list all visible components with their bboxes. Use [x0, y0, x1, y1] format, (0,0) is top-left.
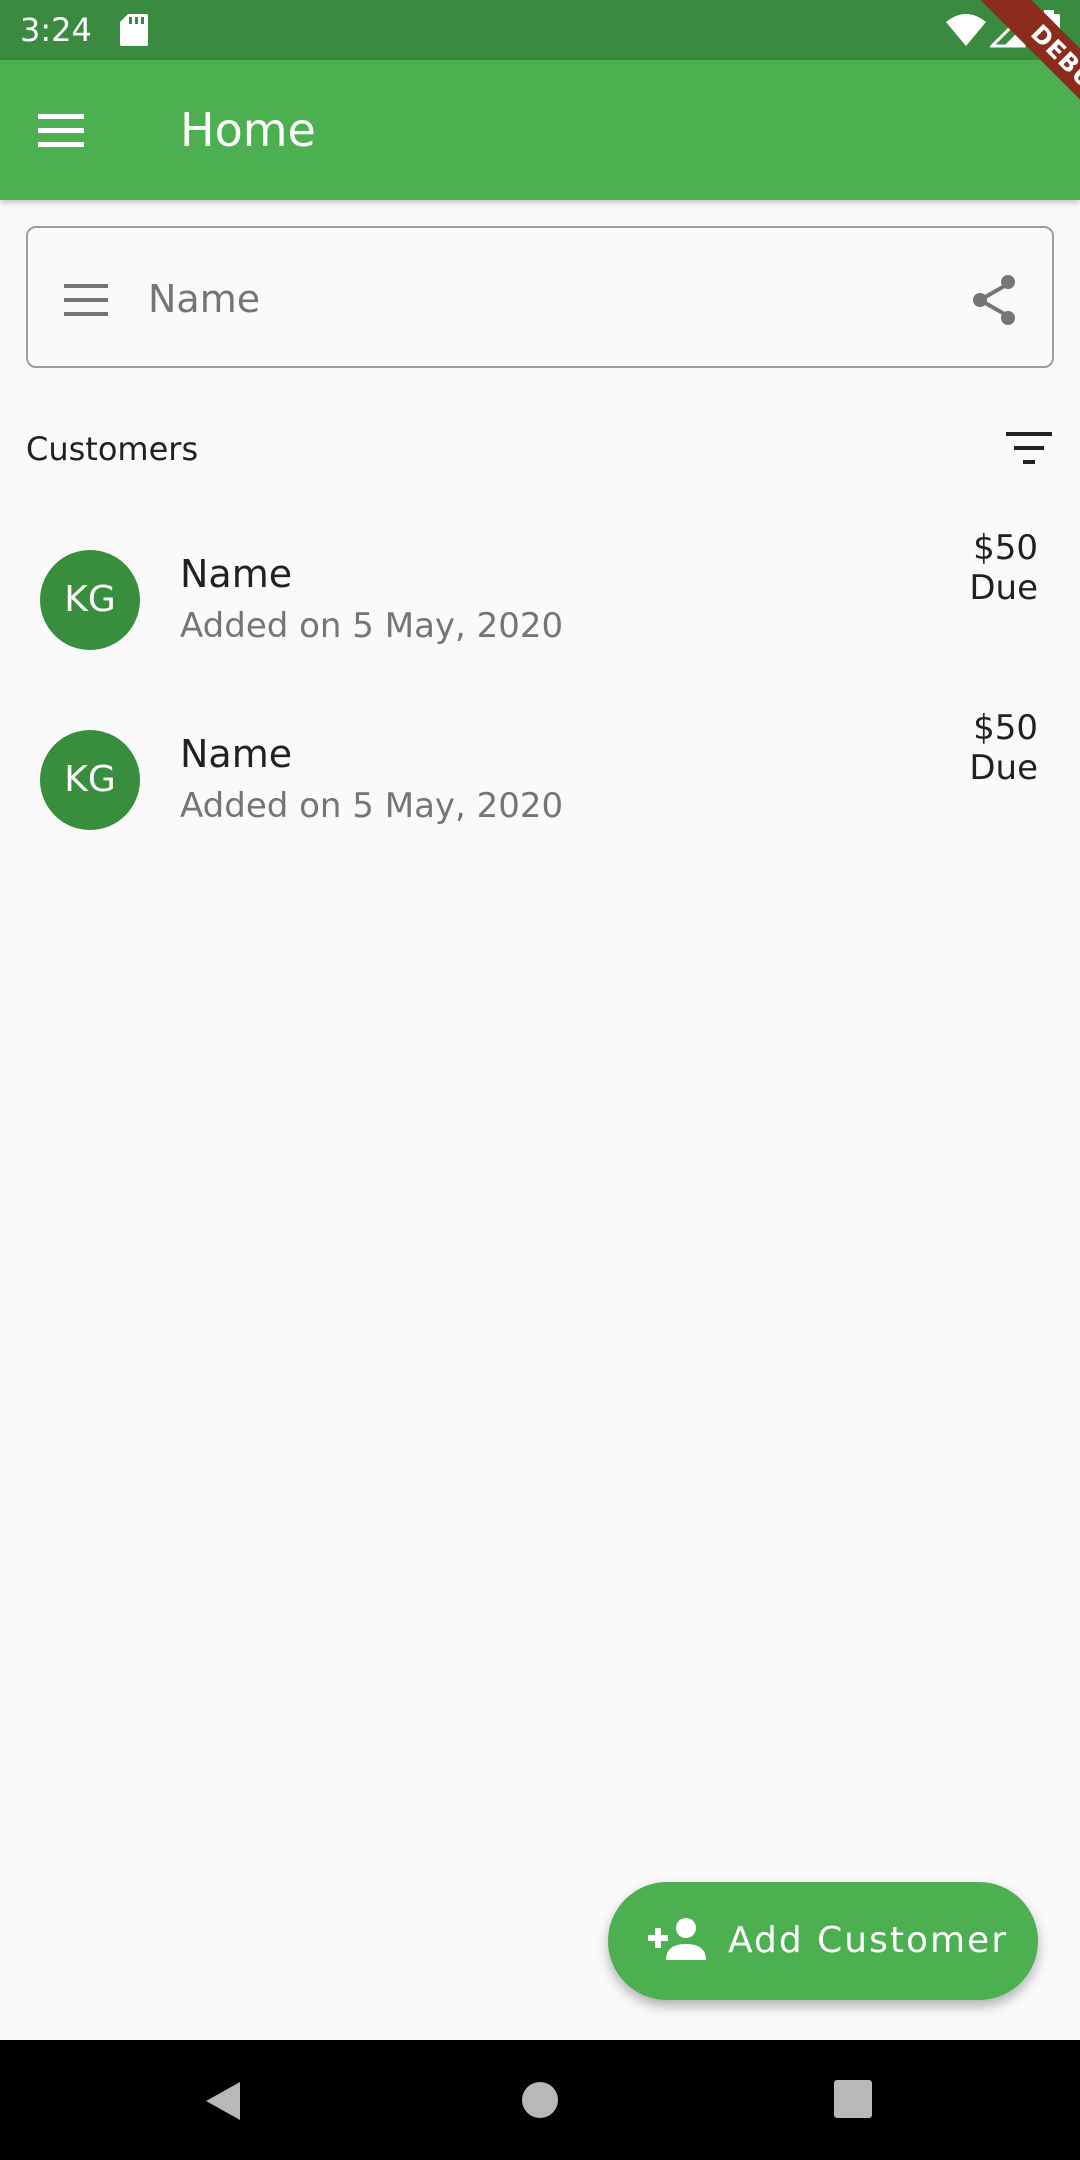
sd-card-icon — [120, 14, 148, 50]
search-input[interactable] — [146, 264, 946, 334]
filter-button[interactable] — [1004, 428, 1054, 472]
due-amount: $50 Due — [969, 528, 1038, 608]
add-customer-button[interactable]: Add Customer — [608, 1882, 1038, 2000]
customer-name: Name — [180, 732, 293, 776]
menu-icon — [38, 114, 84, 147]
status-bar: 3:24 — [0, 0, 1080, 60]
due-status: Due — [969, 748, 1038, 788]
due-amount: $50 Due — [969, 708, 1038, 788]
avatar: KG — [40, 730, 140, 830]
customer-list-item[interactable]: KG Name Added on 5 May, 2020 $50 Due — [0, 690, 1080, 860]
avatar: KG — [40, 550, 140, 650]
search-box — [26, 226, 1054, 368]
search-menu-icon[interactable] — [62, 282, 112, 322]
share-icon — [973, 275, 1015, 325]
recents-icon[interactable] — [834, 2080, 872, 2122]
due-amount-value: $50 — [973, 708, 1038, 748]
filter-icon — [1006, 432, 1052, 464]
page-title: Home — [180, 103, 316, 157]
wifi-icon — [946, 12, 986, 52]
home-icon[interactable] — [520, 2080, 560, 2124]
customer-name: Name — [180, 552, 293, 596]
system-nav-bar — [0, 2040, 1080, 2160]
person-add-icon — [648, 1916, 708, 1966]
add-customer-label: Add Customer — [728, 1920, 1009, 1961]
customers-title: Customers — [26, 430, 199, 468]
battery-icon — [1038, 10, 1060, 54]
customer-added-date: Added on 5 May, 2020 — [180, 606, 564, 646]
menu-button[interactable] — [30, 100, 110, 160]
customers-header: Customers — [26, 420, 1054, 480]
due-amount-value: $50 — [973, 528, 1038, 568]
customer-added-date: Added on 5 May, 2020 — [180, 786, 564, 826]
signal-icon — [988, 10, 1026, 52]
customer-list-item[interactable]: KG Name Added on 5 May, 2020 $50 Due — [0, 510, 1080, 680]
status-time: 3:24 — [20, 11, 92, 49]
due-status: Due — [969, 568, 1038, 608]
share-button[interactable] — [968, 272, 1022, 332]
app-bar: Home — [0, 60, 1080, 200]
back-icon[interactable] — [202, 2080, 242, 2126]
